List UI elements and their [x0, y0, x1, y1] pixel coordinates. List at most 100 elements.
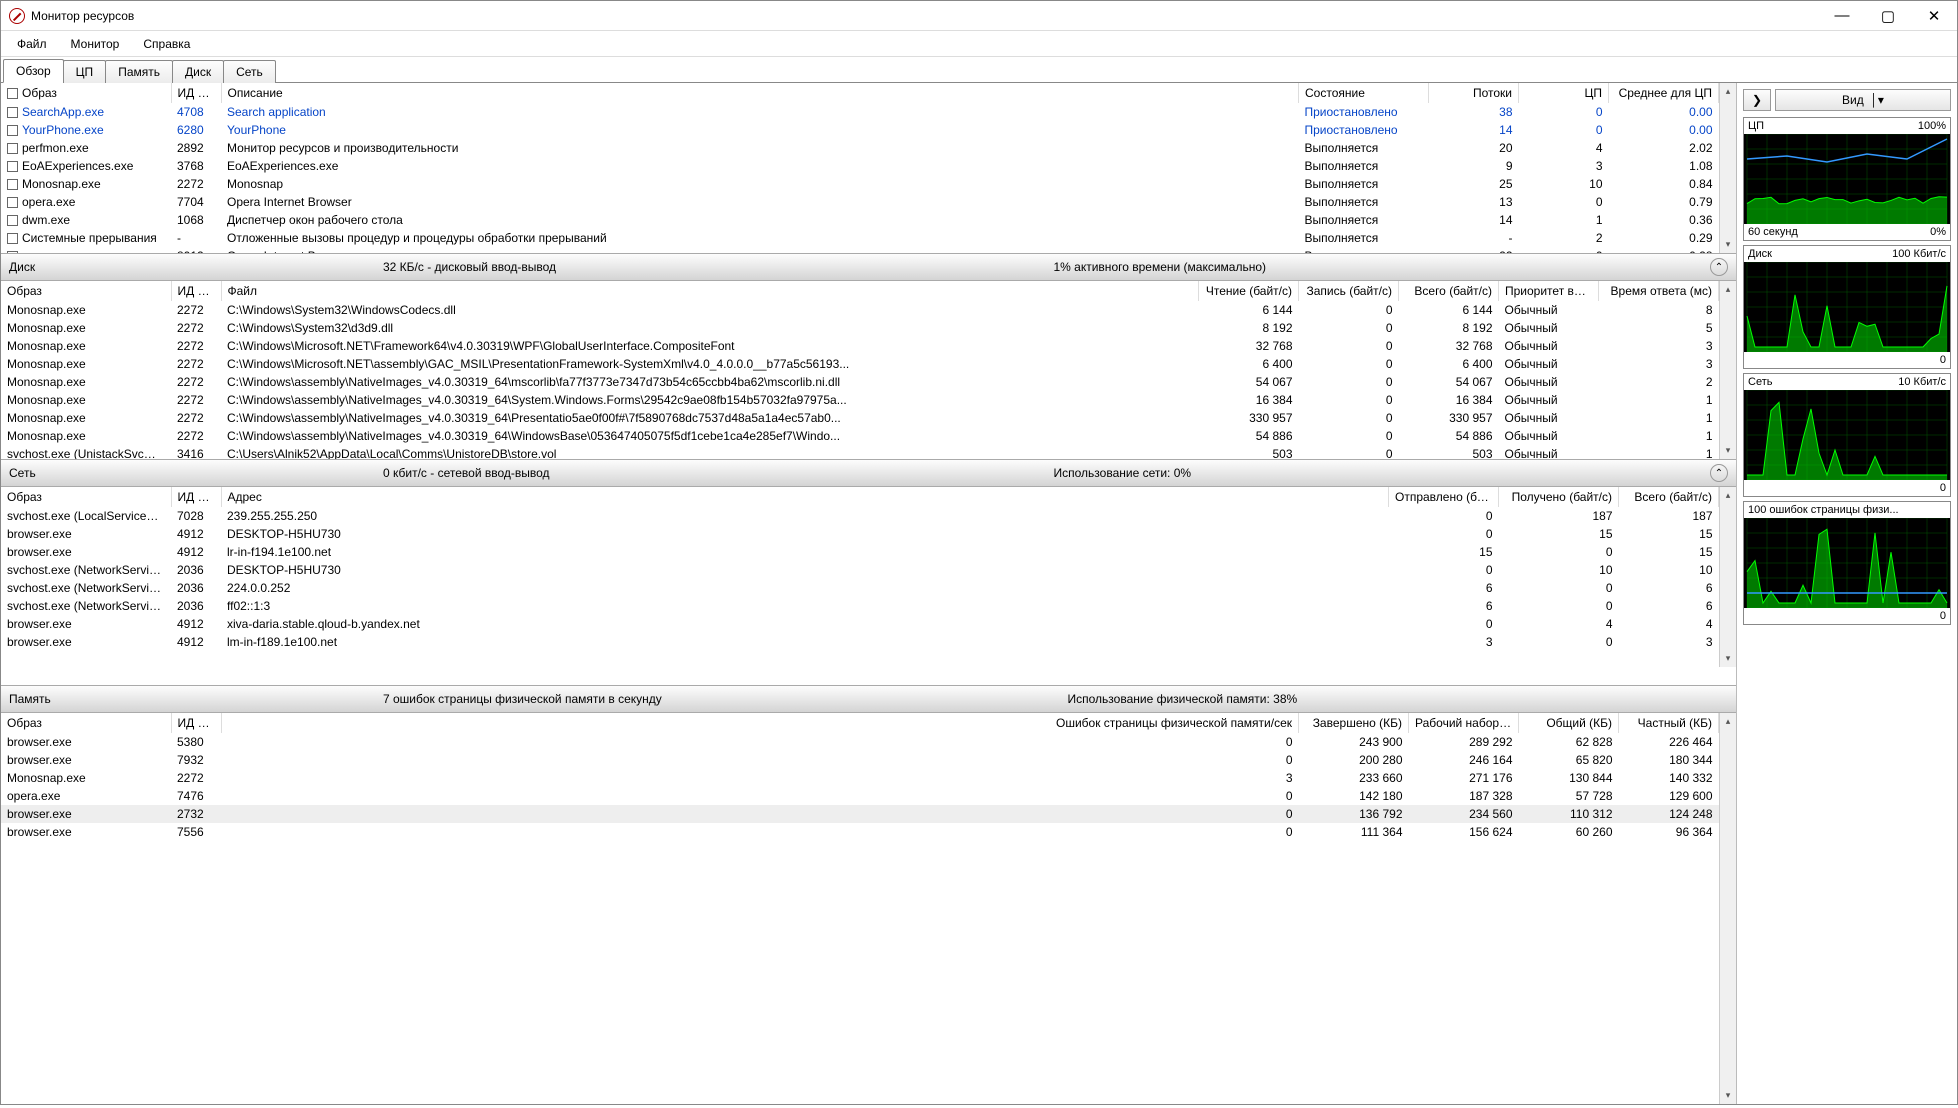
checkbox-icon[interactable]	[7, 197, 18, 208]
table-row[interactable]: Monosnap.exe2272MonosnapВыполняется25100…	[1, 175, 1736, 193]
table-row[interactable]: opera.exe8012Opera Internet BrowserВыпол…	[1, 247, 1736, 253]
checkbox-icon[interactable]	[7, 161, 18, 172]
net-col-total[interactable]: Всего (байт/с)	[1619, 487, 1719, 507]
net-col-addr[interactable]: Адрес	[221, 487, 1389, 507]
col-threads[interactable]: Потоки	[1429, 83, 1519, 103]
table-row[interactable]: svchost.exe (LocalServiceAndNoIm...70282…	[1, 507, 1736, 525]
table-row[interactable]: Monosnap.exe2272C:\Windows\assembly\Nati…	[1, 391, 1736, 409]
maximize-button[interactable]: ▢	[1865, 1, 1911, 31]
table-row[interactable]: Системные прерывания-Отложенные вызовы п…	[1, 229, 1736, 247]
table-row[interactable]: Monosnap.exe2272C:\Windows\Microsoft.NET…	[1, 355, 1736, 373]
mem-grid: Образ ИД пр... Ошибок страницы физическо…	[1, 713, 1736, 1104]
mem-col-ws[interactable]: Рабочий набор (...	[1409, 713, 1519, 733]
table-row[interactable]: browser.exe4912DESKTOP-H5HU73001515	[1, 525, 1736, 543]
disk-header[interactable]: Диск 32 КБ/с - дисковый ввод-вывод 1% ак…	[1, 253, 1736, 281]
table-row[interactable]: svchost.exe (NetworkService -p)2036224.0…	[1, 579, 1736, 597]
checkbox-icon[interactable]	[7, 143, 18, 154]
table-row[interactable]: browser.exe75560111 364156 62460 26096 3…	[1, 823, 1736, 841]
net-col-pid[interactable]: ИД пр...	[171, 487, 221, 507]
tab-memory[interactable]: Память	[105, 60, 173, 83]
table-row[interactable]: svchost.exe (NetworkService -p)2036ff02:…	[1, 597, 1736, 615]
table-row[interactable]: Monosnap.exe2272C:\Windows\System32\Wind…	[1, 301, 1736, 319]
table-row[interactable]: opera.exe7704Opera Internet BrowserВыпол…	[1, 193, 1736, 211]
scrollbar-net[interactable]: ▴▾	[1719, 487, 1736, 667]
table-row[interactable]: Monosnap.exe22723233 660271 176130 84414…	[1, 769, 1736, 787]
table-row[interactable]: browser.exe4912lr-in-f194.1e100.net15015	[1, 543, 1736, 561]
mem-col-image[interactable]: Образ	[1, 713, 171, 733]
net-col-recv[interactable]: Получено (байт/с)	[1499, 487, 1619, 507]
net-col-image[interactable]: Образ	[1, 487, 171, 507]
close-button[interactable]: ✕	[1911, 1, 1957, 31]
mem-title: Память	[9, 692, 359, 706]
view-dropdown[interactable]: Вид │▾	[1775, 89, 1951, 111]
table-row[interactable]: browser.exe53800243 900289 29262 828226 …	[1, 733, 1736, 751]
checkbox-icon[interactable]	[7, 107, 18, 118]
table-row[interactable]: perfmon.exe2892Монитор ресурсов и произв…	[1, 139, 1736, 157]
check-all-icon[interactable]	[7, 88, 18, 99]
table-row[interactable]: Monosnap.exe2272C:\Windows\assembly\Nati…	[1, 373, 1736, 391]
menu-monitor[interactable]: Монитор	[61, 34, 130, 54]
disk-col-prio[interactable]: Приоритет ввод...	[1499, 281, 1599, 301]
table-row[interactable]: EoAExperiences.exe3768EoAExperiences.exe…	[1, 157, 1736, 175]
tab-overview[interactable]: Обзор	[3, 59, 64, 83]
mem-col-commit[interactable]: Завершено (КБ)	[1299, 713, 1409, 733]
chevron-up-icon[interactable]: ⌃	[1710, 464, 1728, 482]
table-row[interactable]: Monosnap.exe2272C:\Windows\assembly\Nati…	[1, 409, 1736, 427]
cpu-grid: Образ ИД пр... Описание Состояние Потоки…	[1, 83, 1736, 253]
col-avg[interactable]: Среднее для ЦП	[1609, 83, 1719, 103]
disk-col-read[interactable]: Чтение (байт/с)	[1199, 281, 1299, 301]
menu-file[interactable]: Файл	[7, 34, 57, 54]
table-row[interactable]: opera.exe74760142 180187 32857 728129 60…	[1, 787, 1736, 805]
table-row[interactable]: dwm.exe1068Диспетчер окон рабочего стола…	[1, 211, 1736, 229]
disk-col-resp[interactable]: Время ответа (мс)	[1599, 281, 1719, 301]
mem-col-shared[interactable]: Общий (КБ)	[1519, 713, 1619, 733]
mem-col-pid[interactable]: ИД пр...	[171, 713, 221, 733]
disk-col-file[interactable]: Файл	[221, 281, 1199, 301]
col-pid[interactable]: ИД пр...	[171, 83, 221, 103]
mem-col-private[interactable]: Частный (КБ)	[1619, 713, 1719, 733]
disk-col-image[interactable]: Образ	[1, 281, 171, 301]
table-row[interactable]: Monosnap.exe2272C:\Windows\Microsoft.NET…	[1, 337, 1736, 355]
tab-cpu[interactable]: ЦП	[63, 60, 107, 83]
scrollbar-disk[interactable]: ▴▾	[1719, 281, 1736, 459]
chevron-up-icon[interactable]: ⌃	[1710, 258, 1728, 276]
net-col-sent[interactable]: Отправлено (ба...	[1389, 487, 1499, 507]
mini-graph: 100 ошибок страницы физи...0	[1743, 501, 1951, 625]
disk-col-write[interactable]: Запись (байт/с)	[1299, 281, 1399, 301]
menu-help[interactable]: Справка	[133, 34, 200, 54]
table-row[interactable]: Monosnap.exe2272C:\Windows\System32\d3d9…	[1, 319, 1736, 337]
col-status[interactable]: Состояние	[1299, 83, 1429, 103]
table-row[interactable]: YourPhone.exe6280YourPhoneПриостановлено…	[1, 121, 1736, 139]
scrollbar-cpu[interactable]: ▴▾	[1719, 83, 1736, 253]
table-row[interactable]: Monosnap.exe2272C:\Windows\assembly\Nati…	[1, 427, 1736, 445]
table-row[interactable]: browser.exe4912xiva-daria.stable.qloud-b…	[1, 615, 1736, 633]
menubar: Файл Монитор Справка	[1, 31, 1957, 57]
table-row[interactable]: browser.exe79320200 280246 16465 820180 …	[1, 751, 1736, 769]
checkbox-icon[interactable]	[7, 125, 18, 136]
mem-col-faults[interactable]: Ошибок страницы физической памяти/сек	[221, 713, 1299, 733]
checkbox-icon[interactable]	[7, 251, 18, 253]
table-row[interactable]: SearchApp.exe4708Search applicationПриос…	[1, 103, 1736, 121]
minimize-button[interactable]: —	[1819, 1, 1865, 31]
window-title: Монитор ресурсов	[31, 9, 1819, 23]
tab-disk[interactable]: Диск	[172, 60, 224, 83]
col-desc[interactable]: Описание	[221, 83, 1299, 103]
table-row[interactable]: svchost.exe (NetworkService -p)2036DESKT…	[1, 561, 1736, 579]
checkbox-icon[interactable]	[7, 179, 18, 190]
net-header[interactable]: Сеть 0 кбит/с - сетевой ввод-вывод Испол…	[1, 459, 1736, 487]
square-green-icon	[369, 469, 379, 479]
disk-col-total[interactable]: Всего (байт/с)	[1399, 281, 1499, 301]
table-row[interactable]: svchost.exe (UnistackSvcGroup)3416C:\Use…	[1, 445, 1736, 459]
disk-col-pid[interactable]: ИД пр...	[171, 281, 221, 301]
checkbox-icon[interactable]	[7, 215, 18, 226]
tab-network[interactable]: Сеть	[223, 60, 276, 83]
scrollbar-mem[interactable]: ▴▾	[1719, 713, 1736, 1104]
mem-header[interactable]: Память 7 ошибок страницы физической памя…	[1, 685, 1736, 713]
collapse-sidebar-button[interactable]: ❯	[1743, 89, 1771, 111]
table-row[interactable]: browser.exe27320136 792234 560110 312124…	[1, 805, 1736, 823]
col-image[interactable]: Образ	[22, 86, 57, 100]
checkbox-icon[interactable]	[7, 233, 18, 244]
titlebar[interactable]: Монитор ресурсов — ▢ ✕	[1, 1, 1957, 31]
table-row[interactable]: browser.exe4912lm-in-f189.1e100.net303	[1, 633, 1736, 651]
col-cpu[interactable]: ЦП	[1519, 83, 1609, 103]
